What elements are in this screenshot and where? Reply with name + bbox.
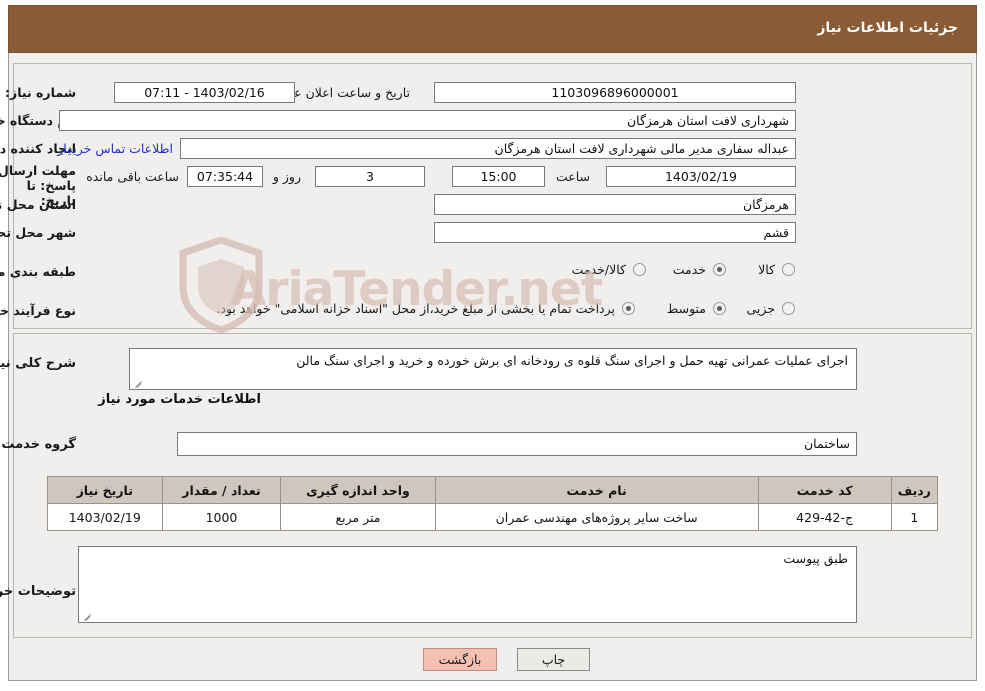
category-option-kala-label: کالا <box>758 262 775 277</box>
print-button[interactable]: چاپ <box>517 648 590 671</box>
cell-unit: متر مربع <box>280 503 436 531</box>
table-header-row: ردیف کد خدمت نام خدمت واحد اندازه گیری ت… <box>47 476 939 504</box>
announce-datetime-value: 1403/02/16 - 07:11 <box>114 82 295 103</box>
purchase-process-radio-motavasset[interactable] <box>713 302 726 315</box>
requester-value: عبداله سفاری مدیر مالی شهرداری لافت استا… <box>180 138 796 159</box>
buyer-notes-value: طبق پیوست <box>783 551 848 566</box>
buyer-notes-textarea[interactable]: طبق پیوست <box>78 546 857 623</box>
col-date: تاریخ نیاز <box>47 476 163 504</box>
table-row: 1 ج-42-429 ساخت سایر پروژه‌های مهندسی عم… <box>47 503 939 531</box>
services-table: ردیف کد خدمت نام خدمت واحد اندازه گیری ت… <box>47 476 939 531</box>
back-button[interactable]: بازگشت <box>423 648 497 671</box>
category-option-kala-khedmat-label: کالا/خدمت <box>571 262 626 277</box>
description-textarea[interactable]: اجرای عملیات عمرانی تهیه حمل و اجرای سنگ… <box>129 348 857 390</box>
buyer-org-value: شهرداری لافت استان هرمزگان <box>59 110 796 131</box>
cell-qty: 1000 <box>161 503 282 531</box>
need-number-value: 1103096896000001 <box>434 82 796 103</box>
category-label: طبقه بندی موضوعی: <box>0 264 76 279</box>
col-name: نام خدمت <box>434 476 759 504</box>
col-unit: واحد اندازه گیری <box>280 476 436 504</box>
deadline-days-label: روز و <box>272 169 301 184</box>
purchase-process-radio-note[interactable] <box>622 302 635 315</box>
cell-date: 1403/02/19 <box>47 503 163 531</box>
delivery-province-label: استان محل تحویل: <box>0 197 76 212</box>
col-qty: تعداد / مقدار <box>161 476 282 504</box>
category-radio-khedmat[interactable] <box>713 263 726 276</box>
category-radio-kala[interactable] <box>782 263 795 276</box>
resize-grip-icon-notes[interactable] <box>82 610 92 620</box>
deadline-remaining-label: ساعت باقی مانده <box>86 169 179 184</box>
deadline-hour-label: ساعت <box>555 169 590 184</box>
purchase-process-option-jozi-label: جزیی <box>746 301 775 316</box>
purchase-process-note: پرداخت تمام یا بخشی از مبلغ خرید،از محل … <box>216 301 615 316</box>
cell-code: ج-42-429 <box>757 503 892 531</box>
deadline-hour-value: 15:00 <box>452 166 545 187</box>
cell-row: 1 <box>890 503 939 531</box>
page-title: جزئیات اطلاعات نیاز <box>817 20 958 36</box>
buyer-notes-label: توضیحات خریدار: <box>0 584 76 599</box>
delivery-province-value: هرمزگان <box>434 194 796 215</box>
delivery-city-value: قشم <box>434 222 796 243</box>
page-header: جزئیات اطلاعات نیاز <box>8 5 977 53</box>
services-section-title: اطلاعات خدمات مورد نیاز <box>98 392 261 407</box>
purchase-process-option-motavasset-label: متوسط <box>666 301 706 316</box>
category-radio-kala-khedmat[interactable] <box>633 263 646 276</box>
category-option-khedmat-label: خدمت <box>672 262 706 277</box>
delivery-city-label: شهر محل تحویل: <box>0 225 76 240</box>
deadline-days-value: 3 <box>315 166 425 187</box>
deadline-timer-value: 07:35:44 <box>187 166 263 187</box>
need-number-label: شماره نیاز: <box>5 85 76 100</box>
description-label: شرح کلی نیاز: <box>0 356 76 371</box>
col-code: کد خدمت <box>757 476 892 504</box>
description-value: اجرای عملیات عمرانی تهیه حمل و اجرای سنگ… <box>296 353 848 368</box>
service-group-label: گروه خدمت: <box>0 437 76 452</box>
buyer-contact-link[interactable]: اطلاعات تماس خریدار <box>57 141 173 156</box>
service-group-value: ساختمان <box>177 432 857 456</box>
cell-name: ساخت سایر پروژه‌های مهندسی عمران <box>434 503 759 531</box>
purchase-process-label: نوع فرآیند خرید : <box>0 303 76 318</box>
resize-grip-icon[interactable] <box>133 377 143 387</box>
deadline-date-value: 1403/02/19 <box>606 166 796 187</box>
purchase-process-radio-jozi[interactable] <box>782 302 795 315</box>
col-row: ردیف <box>890 476 939 504</box>
